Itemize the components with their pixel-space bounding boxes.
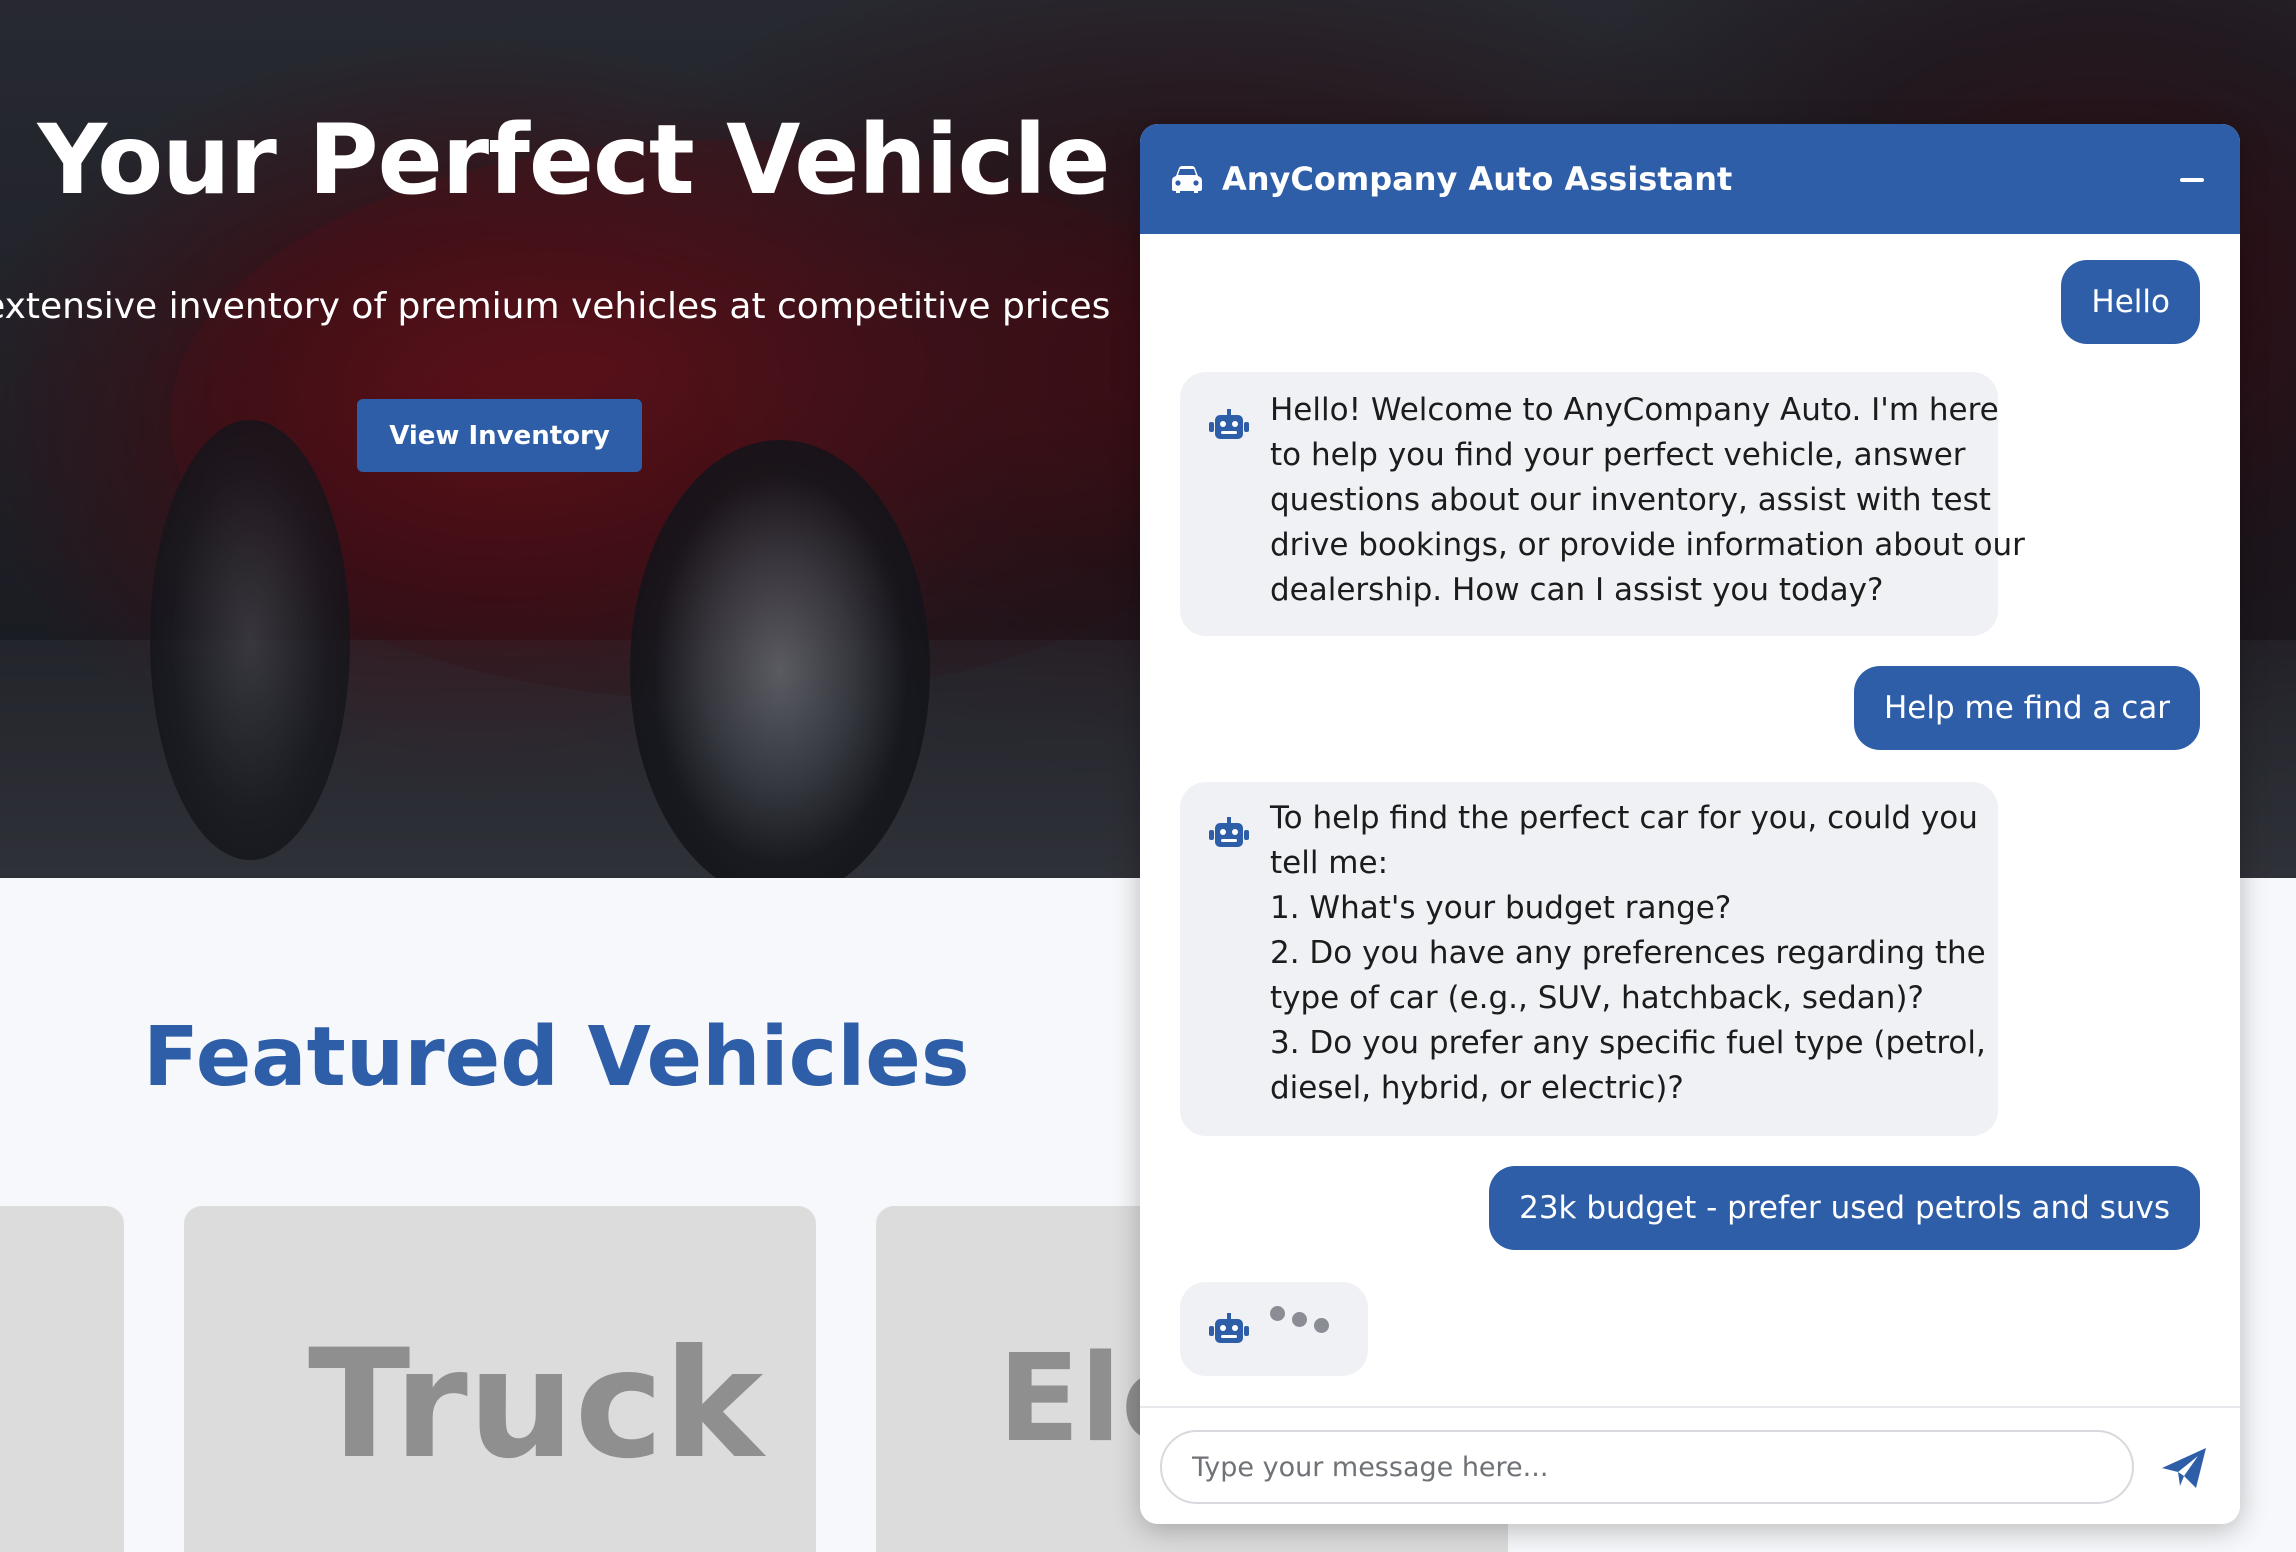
robot-icon [1209, 1313, 1249, 1343]
chat-messages[interactable]: Hello Hello! Welcome to AnyCompany Auto.… [1140, 234, 2240, 1524]
view-inventory-button[interactable]: View Inventory [357, 399, 642, 472]
send-icon [2162, 1448, 2206, 1488]
robot-icon [1209, 817, 1249, 847]
user-message: 23k budget - prefer used petrols and suv… [1489, 1166, 2200, 1250]
message-input[interactable] [1160, 1430, 2134, 1504]
bot-message-text: To help find the perfect car for you, co… [1270, 800, 1986, 1106]
typing-indicator [1180, 1282, 1368, 1376]
bot-message: Hello! Welcome to AnyCompany Auto. I'm h… [1180, 372, 2025, 636]
page: nd Your Perfect Vehicle our extensive in… [0, 0, 2296, 1552]
chat-title: AnyCompany Auto Assistant [1222, 160, 1733, 198]
typing-dot [1314, 1318, 1329, 1333]
vehicle-card-truck[interactable]: Truck [184, 1206, 816, 1552]
user-message-text: Hello [2091, 284, 2170, 320]
hero-title: nd Your Perfect Vehicle [0, 104, 1110, 216]
vehicle-card[interactable] [0, 1206, 124, 1552]
typing-dot [1292, 1312, 1307, 1327]
user-message: Hello [2061, 260, 2200, 344]
featured-vehicles-heading: Featured Vehicles [143, 1010, 970, 1105]
robot-icon [1209, 409, 1249, 439]
user-message-text: 23k budget - prefer used petrols and suv… [1519, 1190, 2170, 1226]
chat-input-bar [1140, 1406, 2240, 1524]
user-message-text: Help me find a car [1884, 690, 2170, 726]
send-button[interactable] [2158, 1444, 2210, 1492]
bot-message-text: Hello! Welcome to AnyCompany Auto. I'm h… [1270, 392, 2025, 608]
user-message: Help me find a car [1854, 666, 2200, 750]
typing-dot [1270, 1306, 1285, 1321]
vehicle-card-label: Truck [308, 1318, 764, 1492]
car-icon [1172, 166, 1202, 193]
minimize-icon [2180, 178, 2204, 182]
minimize-button[interactable] [2166, 154, 2216, 204]
chat-widget: AnyCompany Auto Assistant Hello Hello! W… [1140, 124, 2240, 1524]
chat-header: AnyCompany Auto Assistant [1140, 124, 2240, 234]
bot-message: To help find the perfect car for you, co… [1180, 782, 1998, 1136]
hero-subtitle: our extensive inventory of premium vehic… [0, 286, 1111, 327]
